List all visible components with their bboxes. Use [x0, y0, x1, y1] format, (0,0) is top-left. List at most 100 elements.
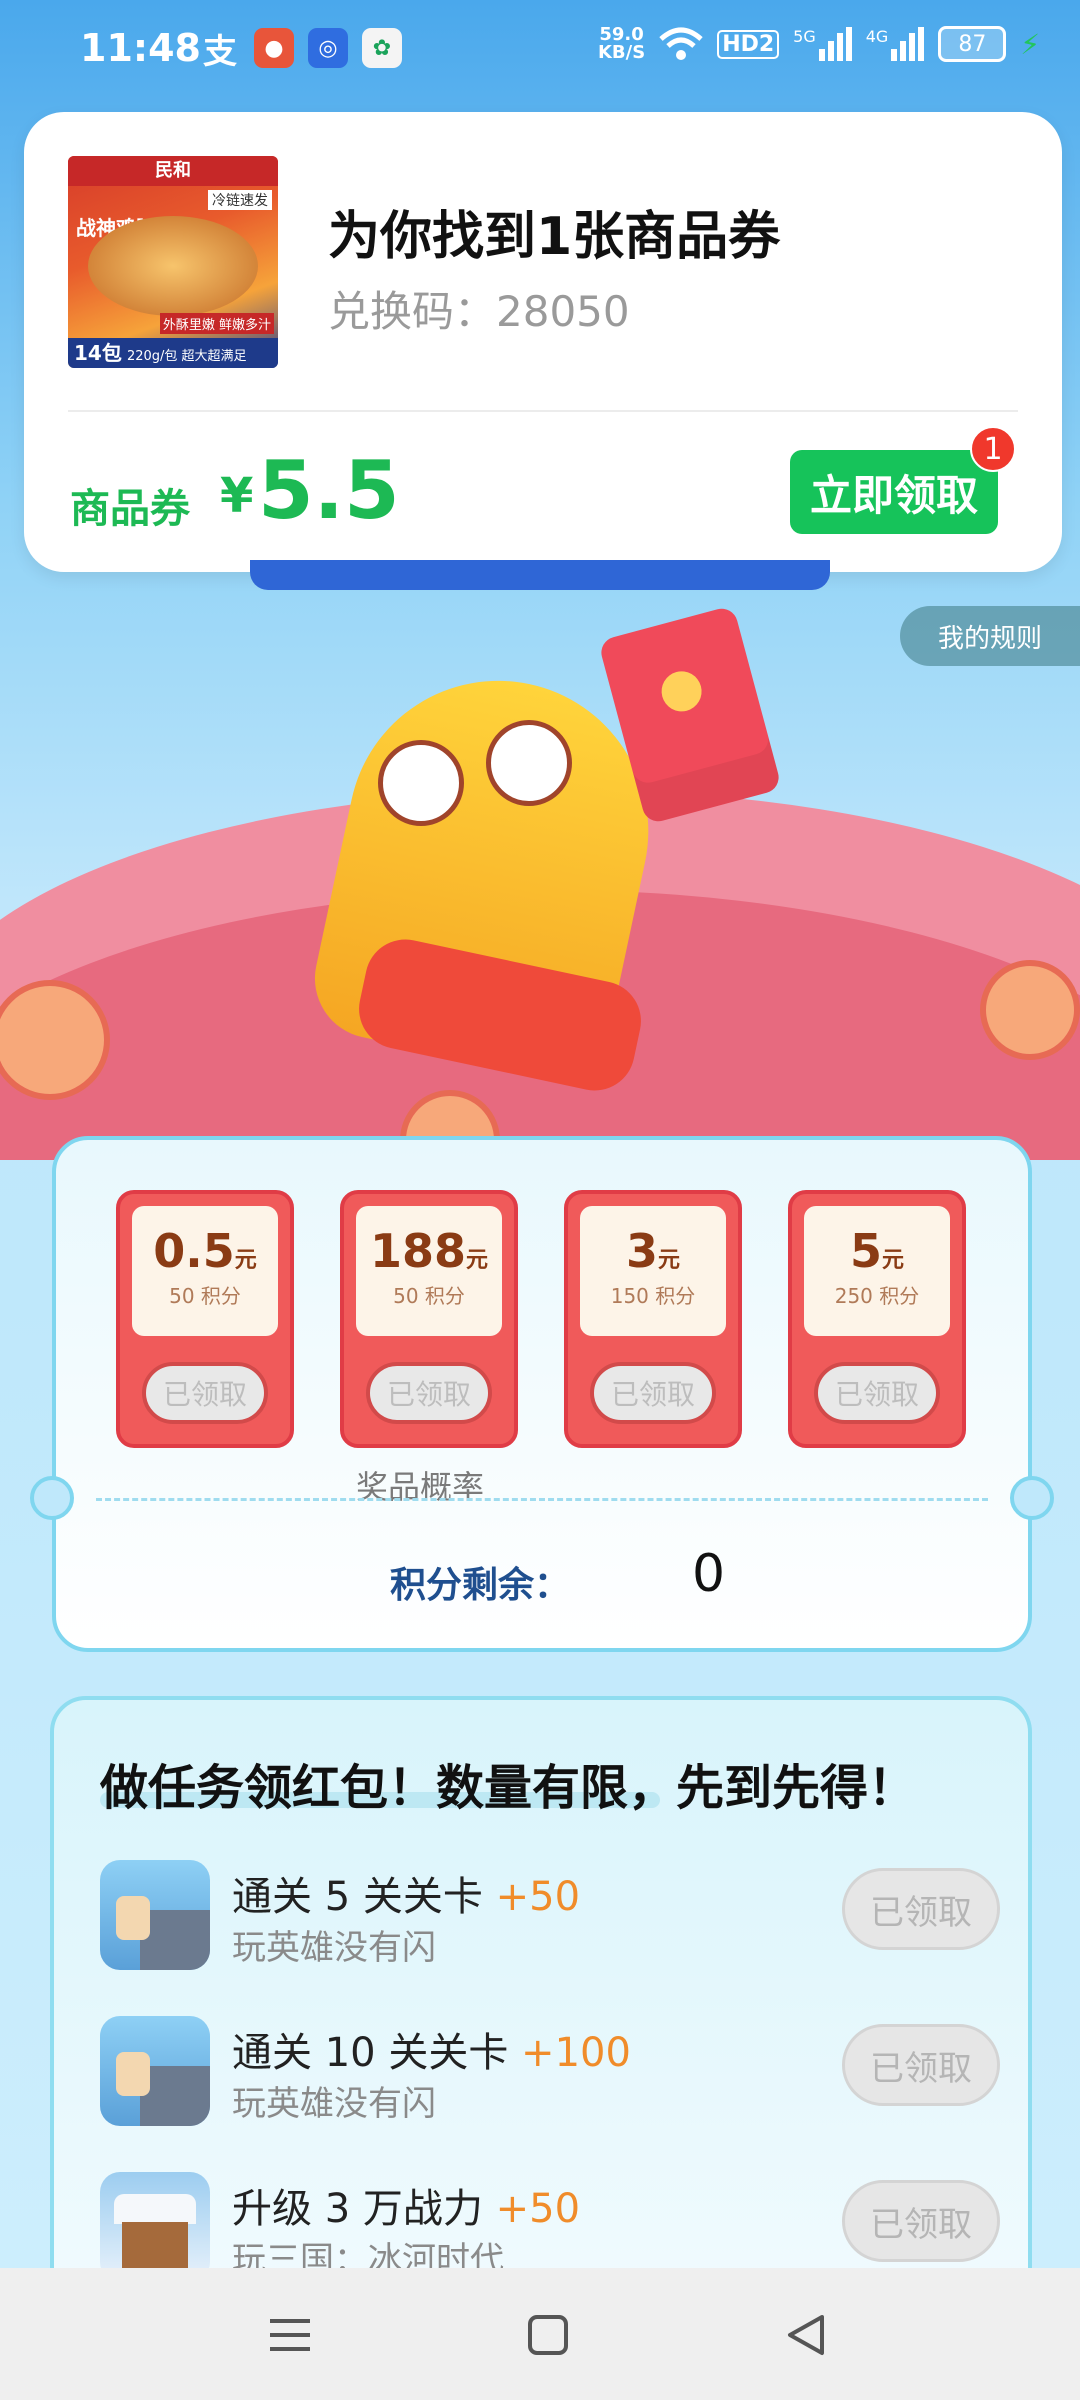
task-card: 做任务领红包！数量有限，先到先得！ 通关 5 关关卡 +50 玩英雄没有闪 已领…: [50, 1696, 1032, 2336]
wifi-icon: [659, 27, 703, 60]
task-name-line: 通关 5 关关卡 +50: [232, 1864, 580, 1922]
prize-claimed-button[interactable]: 已领取: [814, 1362, 940, 1424]
prize-claimed-button[interactable]: 已领取: [142, 1362, 268, 1424]
menu-icon[interactable]: [260, 2308, 320, 2362]
my-rules-button[interactable]: 我的规则: [900, 606, 1080, 666]
net-speed: 59.0 KB/S: [598, 26, 645, 62]
net-speed-unit: KB/S: [597, 42, 646, 63]
task-points: +100: [521, 2030, 631, 2076]
dashed-divider: [96, 1498, 988, 1501]
task-claimed-button[interactable]: 已领取: [842, 2180, 1000, 2262]
prize-points: 50 积分: [393, 1284, 465, 1308]
product-brand: 民和: [68, 156, 278, 186]
claim-now-button[interactable]: 立即领取: [790, 450, 998, 534]
mascot-eye: [486, 720, 572, 806]
mascot-eye: [378, 740, 464, 826]
coin-icon: [980, 960, 1080, 1060]
prize-unit: 元: [882, 1248, 905, 1273]
battery-level: 87: [958, 31, 987, 57]
signal-4g-icon: 4G: [866, 27, 925, 61]
prize-probability-link[interactable]: 奖品概率: [356, 1462, 484, 1508]
task-name: 升级 3 万战力: [232, 2186, 483, 2232]
prize-item: 0.5元 50 积分 已领取: [116, 1190, 294, 1448]
hero-game-icon: [100, 2016, 210, 2126]
product-footer: 14包 220g/包 超大超满足: [68, 338, 278, 368]
product-image[interactable]: 民和 冷链速发 战神鸡腿 外酥里嫩 鲜嫩多汁 14包 220g/包 超大超满足: [68, 156, 278, 368]
prize-value: 5: [849, 1224, 882, 1278]
red-packet-seal: [657, 666, 707, 716]
prize-card: 0.5元 50 积分 已领取 188元 50 积分 已领取 3元 150 积分 …: [30, 1136, 1054, 1652]
task-points: +50: [495, 2186, 581, 2232]
prize-item: 3元 150 积分 已领取: [564, 1190, 742, 1448]
task-name: 通关 10 关关卡: [232, 2030, 509, 2076]
task-claimed-button[interactable]: 已领取: [842, 1868, 1000, 1950]
home-square-icon[interactable]: [518, 2308, 578, 2362]
prize-points: 250 积分: [834, 1284, 920, 1308]
product-food-graphic: [88, 216, 258, 316]
hero-game-icon: [100, 1860, 210, 1970]
product-footer-text: 220g/包 超大超满足: [126, 349, 247, 364]
hd-icon: HD2: [717, 29, 780, 59]
product-top-note: 冷链速发: [208, 190, 272, 210]
points-remaining-value: 0: [692, 1544, 726, 1604]
app-green-icon: ✿: [362, 28, 402, 68]
net-4g-label: 4G: [865, 27, 889, 46]
coupon-label: 商品券: [70, 486, 190, 532]
prize-item: 188元 50 积分 已领取: [340, 1190, 518, 1448]
prize-item: 5元 250 积分 已领取: [788, 1190, 966, 1448]
navigation-bar: [0, 2268, 1080, 2400]
prize-ticket: 3元 150 积分: [580, 1206, 726, 1336]
task-name-line: 升级 3 万战力 +50: [232, 2176, 580, 2234]
task-subtitle: 玩英雄没有闪: [232, 2084, 436, 2124]
task-title: 做任务领红包！数量有限，先到先得！: [100, 1760, 917, 1816]
prize-points: 150 积分: [610, 1284, 696, 1308]
prize-value: 0.5: [153, 1224, 235, 1278]
charging-icon: ⚡: [1020, 27, 1040, 61]
prize-value-line: 188元: [356, 1224, 502, 1278]
signal-5g-icon: 5G: [793, 27, 852, 61]
product-pack: 14包: [74, 341, 122, 365]
back-triangle-icon[interactable]: [776, 2308, 836, 2362]
points-remaining-label: 积分剩余：: [390, 1565, 571, 1606]
prize-claimed-button[interactable]: 已领取: [366, 1362, 492, 1424]
prize-ticket: 5元 250 积分: [804, 1206, 950, 1336]
battery-icon: 87: [938, 26, 1007, 62]
task-points: +50: [495, 1874, 581, 1920]
task-claimed-button[interactable]: 已领取: [842, 2024, 1000, 2106]
status-bar: 11:48 支 ● ◎ ✿ 59.0 KB/S HD2 5G 4G 87 ⚡: [0, 0, 1080, 100]
task-item: 升级 3 万战力 +50 玩三国：冰河时代 已领取: [100, 2172, 1000, 2282]
notification-badge: 1: [970, 426, 1016, 472]
prize-points: 50 积分: [169, 1284, 241, 1308]
prize-unit: 元: [234, 1248, 257, 1273]
coupon-currency: ¥: [220, 468, 254, 524]
coupon-title: 为你找到1张商品券: [328, 207, 781, 267]
prize-list: 0.5元 50 积分 已领取 188元 50 积分 已领取 3元 150 积分 …: [116, 1190, 966, 1448]
alipay-icon: 支: [203, 31, 237, 72]
coupon-card: 民和 冷链速发 战神鸡腿 外酥里嫩 鲜嫩多汁 14包 220g/包 超大超满足 …: [24, 112, 1062, 572]
task-item: 通关 5 关关卡 +50 玩英雄没有闪 已领取: [100, 1860, 1000, 1970]
notification-icons: 支 ● ◎ ✿: [200, 28, 402, 72]
hero-banner-strip: [250, 560, 830, 590]
status-right: 59.0 KB/S HD2 5G 4G 87 ⚡: [598, 26, 1040, 62]
ticket-notch: [1010, 1476, 1054, 1520]
prize-ticket: 0.5元 50 积分: [132, 1206, 278, 1336]
snow-house-icon: [100, 2172, 210, 2282]
app-red-icon: ●: [254, 28, 294, 68]
coupon-code: 兑换码：28050: [328, 287, 630, 336]
prize-claimed-button[interactable]: 已领取: [590, 1362, 716, 1424]
task-name-line: 通关 10 关关卡 +100: [232, 2020, 631, 2078]
product-tagline: 外酥里嫩 鲜嫩多汁: [159, 313, 274, 334]
prize-value: 188: [369, 1224, 466, 1278]
prize-value-line: 0.5元: [132, 1224, 278, 1278]
prize-value-line: 3元: [580, 1224, 726, 1278]
coupon-amount: 5.5: [258, 444, 400, 537]
prize-unit: 元: [466, 1248, 489, 1273]
ticket-notch: [30, 1476, 74, 1520]
prize-value: 3: [625, 1224, 658, 1278]
status-time: 11:48: [80, 26, 201, 70]
divider: [68, 410, 1018, 412]
app-blue-icon: ◎: [308, 28, 348, 68]
task-name: 通关 5 关关卡: [232, 1874, 483, 1920]
task-item: 通关 10 关关卡 +100 玩英雄没有闪 已领取: [100, 2016, 1000, 2126]
net-5g-label: 5G: [793, 27, 816, 46]
